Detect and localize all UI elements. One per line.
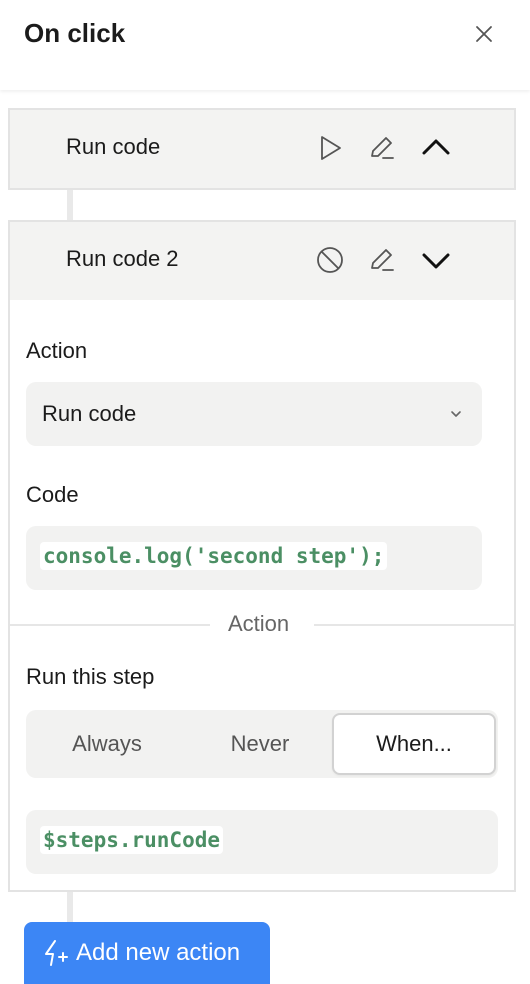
step-name: Run code 2 (66, 246, 179, 271)
disabled-icon[interactable] (314, 244, 346, 276)
step-name: Run code (66, 134, 161, 159)
divider (314, 624, 514, 626)
option-always[interactable]: Always (26, 710, 188, 778)
step-connector (67, 890, 73, 924)
lightning-plus-icon (45, 940, 68, 966)
close-icon[interactable] (470, 20, 498, 48)
step-card-run-code: Run code (8, 108, 516, 190)
option-when[interactable]: When... (332, 713, 496, 775)
code-label: Code (26, 482, 79, 507)
divider (10, 624, 210, 626)
edit-icon[interactable] (366, 132, 398, 164)
step-header[interactable]: Run code (10, 110, 514, 188)
panel-title: On click (24, 18, 126, 48)
run-step-label: Run this step (26, 664, 155, 689)
option-never[interactable]: Never (188, 710, 332, 778)
panel-header: On click (0, 0, 530, 90)
add-action-label: Add new action (76, 939, 241, 966)
divider-label: Action (226, 611, 292, 637)
code-editor[interactable]: console.log('second step'); (26, 526, 482, 590)
code-text: console.log('second step'); (40, 542, 388, 570)
play-icon[interactable] (314, 132, 346, 164)
step-header[interactable]: Run code 2 (10, 222, 514, 300)
add-action-button[interactable]: Add new action (24, 922, 270, 984)
run-condition-toggle: Always Never When... (26, 710, 498, 778)
chevron-up-icon[interactable] (420, 132, 452, 164)
action-select-value: Run code (42, 401, 137, 426)
condition-text: $steps.runCode (40, 826, 224, 854)
condition-editor[interactable]: $steps.runCode (26, 810, 498, 874)
chevron-down-icon (451, 411, 461, 417)
edit-icon[interactable] (366, 244, 398, 276)
action-label: Action (26, 338, 88, 363)
step-connector (67, 188, 73, 220)
chevron-down-icon[interactable] (420, 244, 452, 276)
action-select[interactable]: Run code (26, 382, 482, 446)
